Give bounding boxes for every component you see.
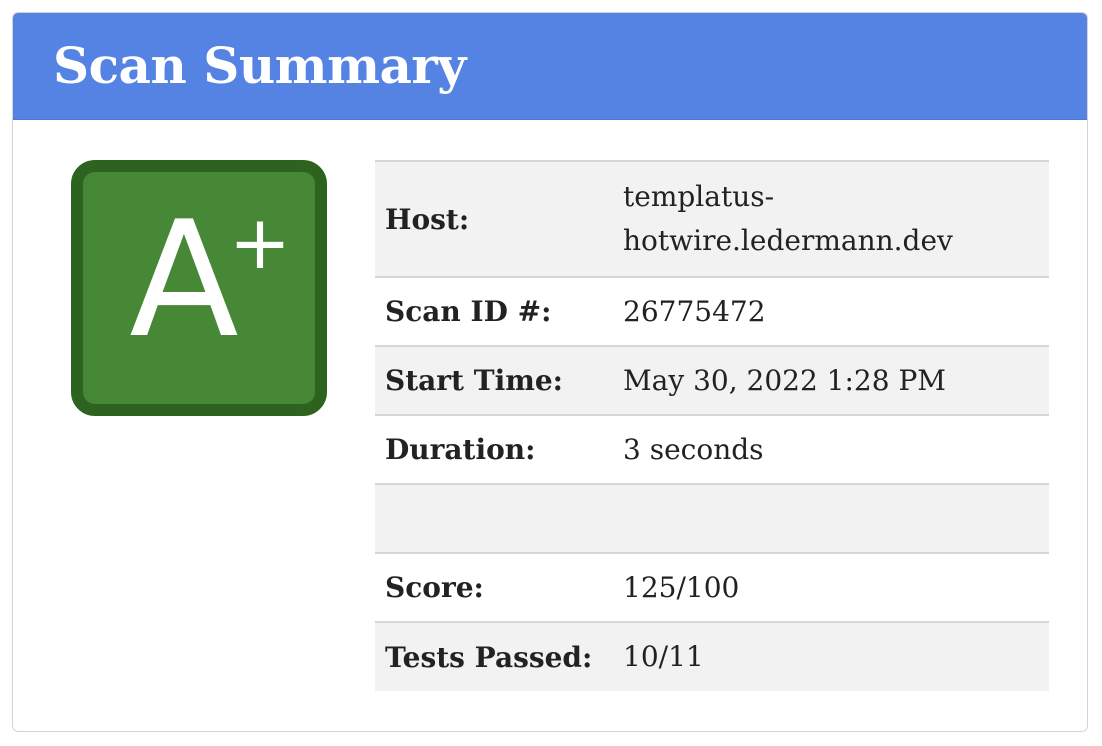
empty-value — [613, 484, 1049, 553]
scan-summary-card: Scan Summary A + Host: templatus- hotwir… — [12, 12, 1088, 732]
score-label: Score: — [385, 571, 484, 604]
summary-row-tests-passed: Tests Passed: 10/11 — [375, 622, 1049, 691]
card-title: Scan Summary — [53, 36, 466, 95]
summary-row-host: Host: templatus- hotwire.ledermann.dev — [375, 161, 1049, 277]
empty-label — [375, 484, 613, 553]
host-value-line1: templatus- — [623, 180, 775, 213]
summary-row-duration: Duration: 3 seconds — [375, 415, 1049, 484]
host-label: Host: — [385, 202, 470, 236]
tests-passed-value: 10/11 — [623, 640, 704, 673]
card-header: Scan Summary — [13, 13, 1087, 120]
scan-id-label: Scan ID #: — [385, 295, 552, 328]
summary-row-score: Score: 125/100 — [375, 553, 1049, 622]
tests-passed-label: Tests Passed: — [385, 640, 593, 674]
summary-table: Host: templatus- hotwire.ledermann.dev S… — [375, 160, 1049, 691]
summary-row-scan-id: Scan ID #: 26775472 — [375, 277, 1049, 346]
scan-id-value: 26775472 — [623, 294, 766, 328]
start-time-label: Start Time: — [385, 364, 563, 397]
start-time-value: May 30, 2022 1:28 PM — [623, 363, 946, 397]
grade-badge: A + — [71, 160, 327, 416]
summary-row-start-time: Start Time: May 30, 2022 1:28 PM — [375, 346, 1049, 415]
score-value: 125/100 — [623, 570, 740, 604]
host-value: templatus- hotwire.ledermann.dev — [613, 161, 1049, 277]
duration-label: Duration: — [385, 433, 536, 466]
duration-value: 3 seconds — [623, 432, 764, 466]
host-value-line2: hotwire.ledermann.dev — [623, 224, 953, 257]
summary-row-empty — [375, 484, 1049, 553]
grade-modifier: + — [229, 200, 292, 286]
